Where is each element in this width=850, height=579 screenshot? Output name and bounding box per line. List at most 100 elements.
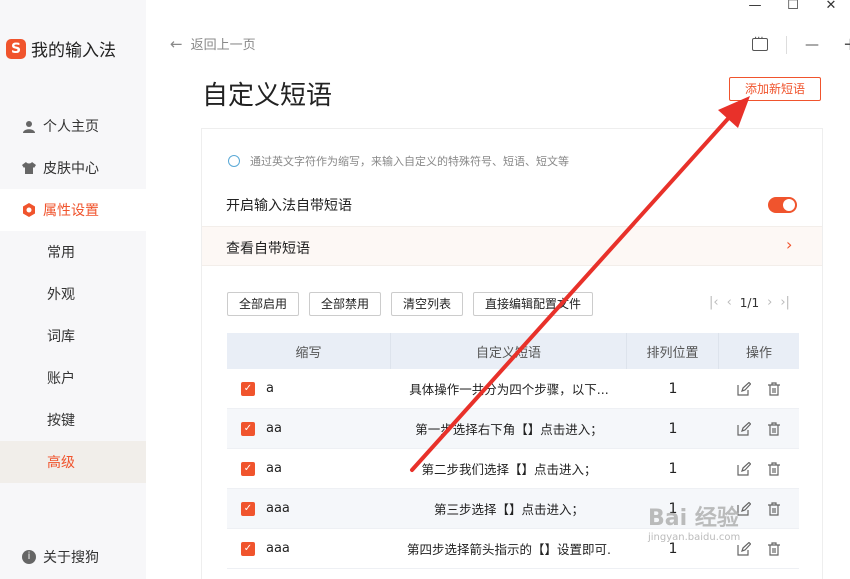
col-abbr-header: 缩写 <box>227 333 391 369</box>
sidebar-item-label: 个人主页 <box>43 119 99 135</box>
divider <box>786 35 787 54</box>
sidebar-item-label: 词库 <box>47 329 75 345</box>
abbr-cell: a <box>266 381 274 396</box>
edit-config-button[interactable]: 直接编辑配置文件 <box>473 292 594 316</box>
col-actions-header: 操作 <box>745 345 772 361</box>
shirt-icon <box>22 161 36 175</box>
arrow-left-icon: ← <box>170 34 183 53</box>
sidebar-item-label: 按键 <box>47 413 75 429</box>
phrase-cell: 第二步我们选择【】点击进入； <box>421 462 597 477</box>
settings-icon <box>22 203 36 217</box>
enable-builtin-label: 开启输入法自带短语 <box>226 198 352 214</box>
last-page-icon[interactable]: ›| <box>780 295 790 310</box>
info-icon: i <box>22 550 36 564</box>
window-controls: — ☐ ✕ <box>736 0 850 14</box>
action-bar: 全部启用 全部禁用 清空列表 直接编辑配置文件 <box>227 292 603 316</box>
abbr-cell: aaa <box>266 501 290 516</box>
feedback-icon[interactable] <box>752 33 768 51</box>
clear-list-button[interactable]: 清空列表 <box>391 292 464 316</box>
edit-icon[interactable] <box>737 461 751 476</box>
trash-icon[interactable] <box>767 381 781 396</box>
row-checkbox[interactable]: ✓ <box>241 501 255 516</box>
watermark: Bai 经验 jingyan.baidu.com <box>648 500 740 543</box>
sidebar-item-profile[interactable]: 个人主页 <box>0 105 146 147</box>
phrase-cell: 第四步选择箭头指示的【】设置即可. <box>407 542 611 557</box>
table-row: ✓ aa 第一步选择右下角【】点击进入； 1 <box>227 409 799 449</box>
abbr-cell: aaa <box>266 541 290 556</box>
position-cell: 1 <box>668 380 678 397</box>
sidebar-item-properties[interactable]: 属性设置 <box>0 189 146 231</box>
page-indicator: 1/1 <box>739 295 760 310</box>
sidebar-item-dictionary[interactable]: 词库 <box>0 315 146 357</box>
disable-all-button[interactable]: 全部禁用 <box>309 292 382 316</box>
minimize-icon[interactable]: — <box>805 37 819 53</box>
sidebar-item-skins[interactable]: 皮肤中心 <box>0 147 146 189</box>
sidebar-nav: 个人主页 皮肤中心 属性设置 常用 外观 词库 账户 按键 高级 <box>0 105 146 483</box>
phrase-cell: 具体操作一共分为四个步骤，以下... <box>409 382 609 397</box>
sidebar-item-label: 属性设置 <box>43 203 99 219</box>
sidebar-item-label: 账户 <box>47 371 75 387</box>
page-title: 自定义短语 <box>202 81 333 111</box>
prev-page-icon[interactable]: ‹ <box>727 295 732 310</box>
app-title: 我的输入法 <box>31 41 116 61</box>
trash-icon[interactable] <box>767 501 781 516</box>
row-checkbox[interactable]: ✓ <box>241 421 255 436</box>
abbr-cell: aa <box>266 461 282 476</box>
enable-builtin-toggle[interactable] <box>768 197 797 213</box>
row-checkbox[interactable]: ✓ <box>241 541 255 556</box>
close-button[interactable]: ✕ <box>812 0 850 14</box>
sidebar-item-advanced[interactable]: 高级 <box>0 441 146 483</box>
pagination: |‹ ‹ 1/1 › ›| <box>709 295 798 310</box>
back-label: 返回上一页 <box>190 38 256 53</box>
col-position-header: 排列位置 <box>627 333 719 369</box>
enable-all-button[interactable]: 全部启用 <box>227 292 300 316</box>
top-toolbar: — + <box>752 33 850 55</box>
edit-icon[interactable] <box>737 381 751 396</box>
hint-label: 通过英文字符作为缩写，来输入自定义的特殊符号、短语、短文等 <box>250 155 569 168</box>
sogou-logo-icon: S <box>6 38 26 59</box>
row-checkbox[interactable]: ✓ <box>241 461 255 476</box>
next-page-icon[interactable]: › <box>767 295 772 310</box>
abbr-cell: aa <box>266 421 282 436</box>
row-checkbox[interactable]: ✓ <box>241 381 255 396</box>
chevron-right-icon: › <box>786 235 793 254</box>
minimize-button[interactable]: — <box>736 0 774 14</box>
col-phrase-header: 自定义短语 <box>391 333 627 369</box>
edit-icon[interactable] <box>737 541 751 556</box>
position-cell: 1 <box>668 460 678 477</box>
trash-icon[interactable] <box>767 541 781 556</box>
sidebar-item-label: 高级 <box>47 455 75 471</box>
view-builtin-row[interactable]: 查看自带短语 › <box>202 226 822 266</box>
first-page-icon[interactable]: |‹ <box>709 295 719 310</box>
view-builtin-label: 查看自带短语 <box>226 241 310 257</box>
app-logo: S 我的输入法 <box>6 36 116 61</box>
sidebar-item-common[interactable]: 常用 <box>0 231 146 273</box>
watermark-main: Bai 经验 <box>648 506 739 531</box>
back-link[interactable]: ← 返回上一页 <box>170 34 256 54</box>
hint-text: 通过英文字符作为缩写，来输入自定义的特殊符号、短语、短文等 <box>228 153 569 169</box>
sidebar-item-account[interactable]: 账户 <box>0 357 146 399</box>
sidebar-item-keys[interactable]: 按键 <box>0 399 146 441</box>
phrase-cell: 第三步选择【】点击进入； <box>433 502 584 517</box>
watermark-sub: jingyan.baidu.com <box>648 532 741 543</box>
lightbulb-icon <box>228 155 240 167</box>
table-row: ✓ a 具体操作一共分为四个步骤，以下... 1 <box>227 369 799 409</box>
edit-icon[interactable] <box>737 421 751 436</box>
sidebar-item-label: 皮肤中心 <box>43 161 99 177</box>
plus-icon[interactable]: + <box>843 34 850 55</box>
sidebar-item-label: 常用 <box>47 245 75 261</box>
table-header: 缩写 自定义短语 排列位置 操作 <box>227 333 799 369</box>
phrase-cell: 第一步选择右下角【】点击进入； <box>415 422 603 437</box>
sidebar-item-label: 关于搜狗 <box>43 550 99 566</box>
user-icon <box>22 119 36 133</box>
table-row: ✓ aa 第二步我们选择【】点击进入； 1 <box>227 449 799 489</box>
sidebar-item-appearance[interactable]: 外观 <box>0 273 146 315</box>
sidebar: S 我的输入法 个人主页 皮肤中心 属性设置 常用 外观 词库 账户 按键 高级 <box>0 0 146 579</box>
sidebar-item-about[interactable]: i 关于搜狗 <box>22 547 99 567</box>
sidebar-item-label: 外观 <box>47 287 75 303</box>
trash-icon[interactable] <box>767 421 781 436</box>
position-cell: 1 <box>668 420 678 437</box>
add-phrase-button[interactable]: 添加新短语 <box>729 77 821 101</box>
trash-icon[interactable] <box>767 461 781 476</box>
maximize-button[interactable]: ☐ <box>774 0 812 14</box>
